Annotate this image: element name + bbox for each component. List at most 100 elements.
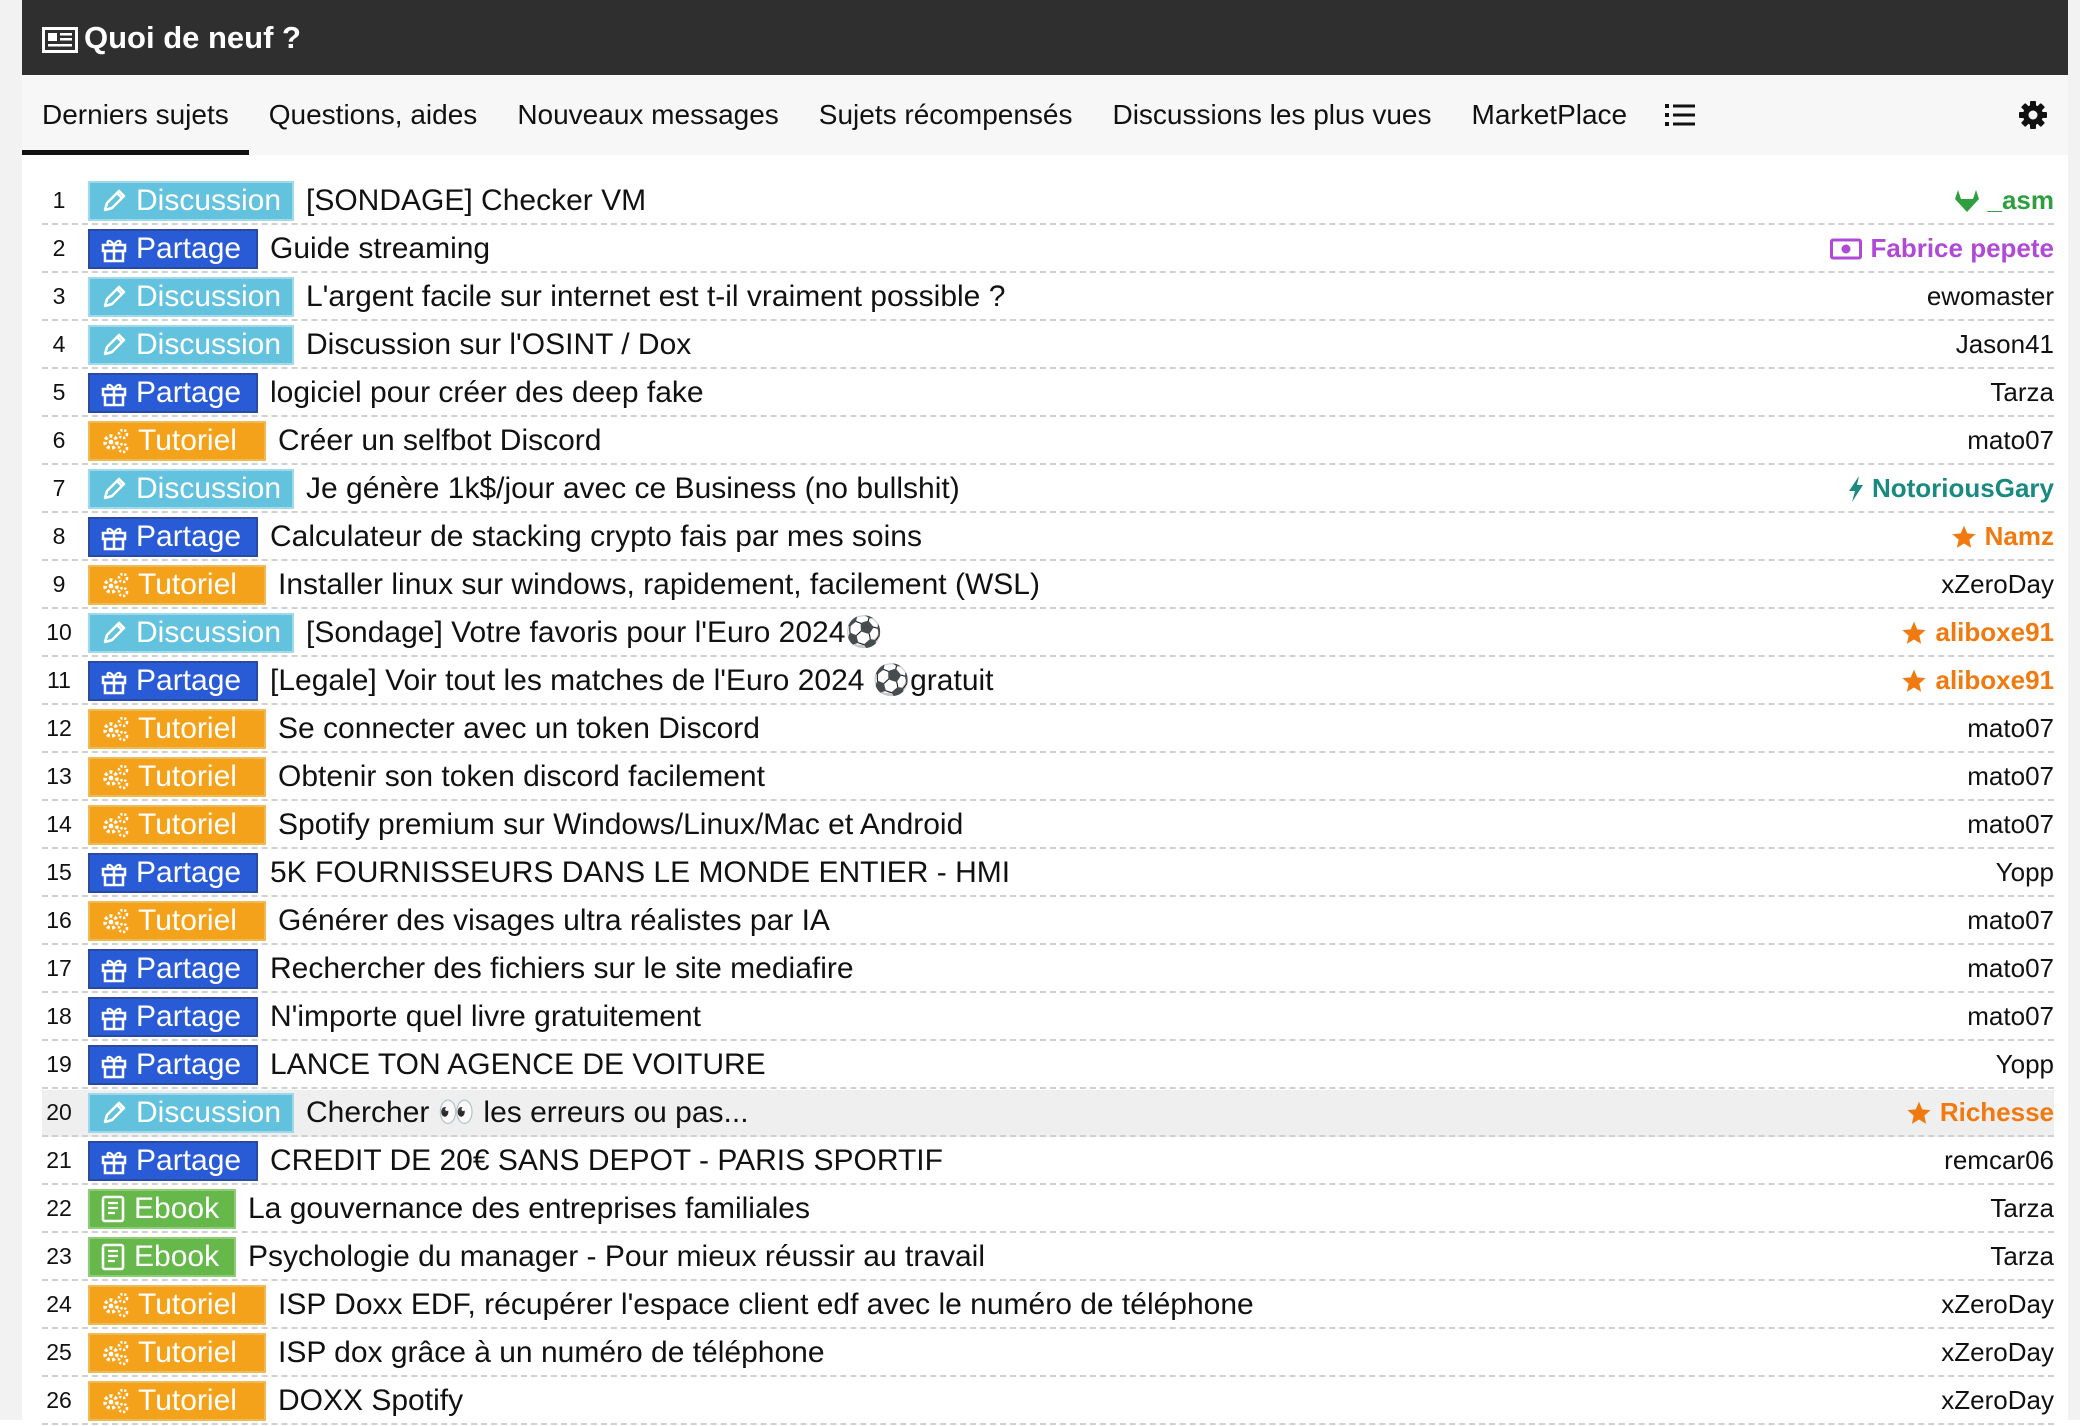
category-badge-tutoriel[interactable]: Tutoriel <box>88 1284 266 1325</box>
topic-title-link[interactable]: logiciel pour créer des deep fake <box>270 376 1990 410</box>
tab-sujets-recompenses[interactable]: Sujets récompensés <box>799 75 1093 155</box>
author-link[interactable]: aliboxe91 <box>1901 665 2054 696</box>
topic-title-link[interactable]: La gouvernance des entreprises familiale… <box>248 1192 1990 1226</box>
author-link[interactable]: Namz <box>1951 521 2054 552</box>
author-link[interactable]: aliboxe91 <box>1901 617 2054 648</box>
topic-title-link[interactable]: Créer un selfbot Discord <box>278 424 1967 458</box>
topic-title-link[interactable]: CREDIT DE 20€ SANS DEPOT - PARIS SPORTIF <box>270 1144 1944 1178</box>
category-badge-partage[interactable]: Partage <box>88 948 258 989</box>
category-badge-ebook[interactable]: Ebook <box>88 1236 236 1277</box>
topic-title-link[interactable]: [Legale] Voir tout les matches de l'Euro… <box>270 663 1901 698</box>
row-number: 15 <box>46 859 72 885</box>
category-badge-partage[interactable]: Partage <box>88 660 258 701</box>
author-link[interactable]: Yopp <box>1996 857 2054 888</box>
author-link[interactable]: mato07 <box>1967 953 2054 984</box>
author-link[interactable]: mato07 <box>1967 809 2054 840</box>
topic-title-link[interactable]: LANCE TON AGENCE DE VOITURE <box>270 1048 1996 1082</box>
pencil-icon <box>100 1099 136 1127</box>
author-link[interactable]: Tarza <box>1990 1241 2054 1272</box>
author-link[interactable]: Tarza <box>1990 377 2054 408</box>
category-badge-tutoriel[interactable]: Tutoriel <box>88 1332 266 1373</box>
category-label: Tutoriel <box>138 903 237 937</box>
category-badge-tutoriel[interactable]: Tutoriel <box>88 900 266 941</box>
cogs-icon <box>100 715 138 743</box>
topic-title-link[interactable]: [Sondage] Votre favoris pour l'Euro 2024… <box>306 615 1901 650</box>
author-link[interactable]: xZeroDay <box>1941 1337 2054 1368</box>
author-link[interactable]: mato07 <box>1967 905 2054 936</box>
topic-title-link[interactable]: ISP Doxx EDF, récupérer l'espace client … <box>278 1288 1941 1322</box>
author-link[interactable]: mato07 <box>1967 713 2054 744</box>
category-badge-discussion[interactable]: Discussion <box>88 324 294 365</box>
category-badge-partage[interactable]: Partage <box>88 852 258 893</box>
topic-title-link[interactable]: [SONDAGE] Checker VM <box>306 184 1954 218</box>
category-badge-discussion[interactable]: Discussion <box>88 612 294 653</box>
category-badge-partage[interactable]: Partage <box>88 1140 258 1181</box>
topic-title-link[interactable]: Générer des visages ultra réalistes par … <box>278 904 1967 938</box>
topic-title-link[interactable]: Calculateur de stacking crypto fais par … <box>270 520 1951 554</box>
category-badge-tutoriel[interactable]: Tutoriel <box>88 1380 266 1421</box>
author-link[interactable]: ewomaster <box>1927 281 2054 312</box>
author-link[interactable]: remcar06 <box>1944 1145 2054 1176</box>
topic-title-link[interactable]: 5K FOURNISSEURS DANS LE MONDE ENTIER - H… <box>270 856 1996 890</box>
topic-title-link[interactable]: Psychologie du manager - Pour mieux réus… <box>248 1240 1990 1274</box>
author-link[interactable]: mato07 <box>1967 761 2054 792</box>
topic-row: 8 Partage Calculateur de stacking crypto f… <box>42 514 2054 561</box>
category-badge-tutoriel[interactable]: Tutoriel <box>88 564 266 605</box>
topic-title-link[interactable]: Discussion sur l'OSINT / Dox <box>306 328 1956 362</box>
category-badge-partage[interactable]: Partage <box>88 516 258 557</box>
tab-nouveaux-messages[interactable]: Nouveaux messages <box>497 75 798 155</box>
topic-title-link[interactable]: ISP dox grâce à un numéro de téléphone <box>278 1336 1941 1370</box>
category-label: Partage <box>136 1047 242 1081</box>
category-badge-partage[interactable]: Partage <box>88 228 258 269</box>
topic-title-link[interactable]: Installer linux sur windows, rapidement,… <box>278 568 1941 602</box>
category-badge-discussion[interactable]: Discussion <box>88 468 294 509</box>
topic-title-link[interactable]: Spotify premium sur Windows/Linux/Mac et… <box>278 808 1967 842</box>
topic-title-link[interactable]: N'importe quel livre gratuitement <box>270 1000 1967 1034</box>
topic-row: 22 Ebook La gouvernance des entreprises fa… <box>42 1186 2054 1233</box>
topic-title-link[interactable]: L'argent facile sur internet est t-il vr… <box>306 280 1927 314</box>
category-badge-discussion[interactable]: Discussion <box>88 180 294 221</box>
author-link[interactable]: Jason41 <box>1956 329 2054 360</box>
category-badge-tutoriel[interactable]: Tutoriel <box>88 708 266 749</box>
topic-title-link[interactable]: Se connecter avec un token Discord <box>278 712 1967 746</box>
category-badge-partage[interactable]: Partage <box>88 996 258 1037</box>
author-link[interactable]: Fabrice pepete <box>1830 233 2054 264</box>
category-badge-tutoriel[interactable]: Tutoriel <box>88 756 266 797</box>
author-link[interactable]: mato07 <box>1967 1001 2054 1032</box>
cogs-icon <box>100 427 138 455</box>
author-link[interactable]: xZeroDay <box>1941 569 2054 600</box>
author-link[interactable]: xZeroDay <box>1941 1385 2054 1416</box>
topic-title-link[interactable]: Guide streaming <box>270 232 1830 266</box>
category-badge-ebook[interactable]: Ebook <box>88 1188 236 1229</box>
tab-questions-aides[interactable]: Questions, aides <box>249 75 498 155</box>
topic-row: 25 Tutoriel ISP dox grâce à un numéro de t… <box>42 1330 2054 1377</box>
topic-title-link[interactable]: Je génère 1k$/jour avec ce Business (no … <box>306 472 1848 506</box>
cogs-icon <box>100 571 138 599</box>
tab-discussions-plus-vues[interactable]: Discussions les plus vues <box>1092 75 1451 155</box>
author-link[interactable]: NotoriousGary <box>1848 473 2054 504</box>
category-badge-discussion[interactable]: Discussion <box>88 276 294 317</box>
category-badge-partage[interactable]: Partage <box>88 372 258 413</box>
category-label: Partage <box>136 1143 242 1177</box>
author-link[interactable]: Richesse <box>1906 1097 2054 1128</box>
topic-title-link[interactable]: Obtenir son token discord facilement <box>278 760 1967 794</box>
category-badge-discussion[interactable]: Discussion <box>88 1092 294 1133</box>
newspaper-icon <box>42 25 78 53</box>
category-badge-partage[interactable]: Partage <box>88 1044 258 1085</box>
gear-icon[interactable] <box>2018 75 2068 155</box>
author-link[interactable]: _asm <box>1954 185 2054 216</box>
author-link[interactable]: xZeroDay <box>1941 1289 2054 1320</box>
author-name: mato07 <box>1967 1001 2054 1031</box>
author-link[interactable]: mato07 <box>1967 425 2054 456</box>
tab-marketplace[interactable]: MarketPlace <box>1452 75 1648 155</box>
author-link[interactable]: Yopp <box>1996 1049 2054 1080</box>
topic-title-link[interactable]: Rechercher des fichiers sur le site medi… <box>270 952 1967 986</box>
section-header: Quoi de neuf ? <box>22 0 2068 75</box>
category-badge-tutoriel[interactable]: Tutoriel <box>88 804 266 845</box>
topic-title-link[interactable]: DOXX Spotify <box>278 1384 1941 1418</box>
category-badge-tutoriel[interactable]: Tutoriel <box>88 420 266 461</box>
author-link[interactable]: Tarza <box>1990 1193 2054 1224</box>
list-icon[interactable] <box>1647 75 1713 155</box>
topic-title-link[interactable]: Chercher 👀 les erreurs ou pas... <box>306 1095 1906 1130</box>
tab-derniers-sujets[interactable]: Derniers sujets <box>22 75 249 155</box>
